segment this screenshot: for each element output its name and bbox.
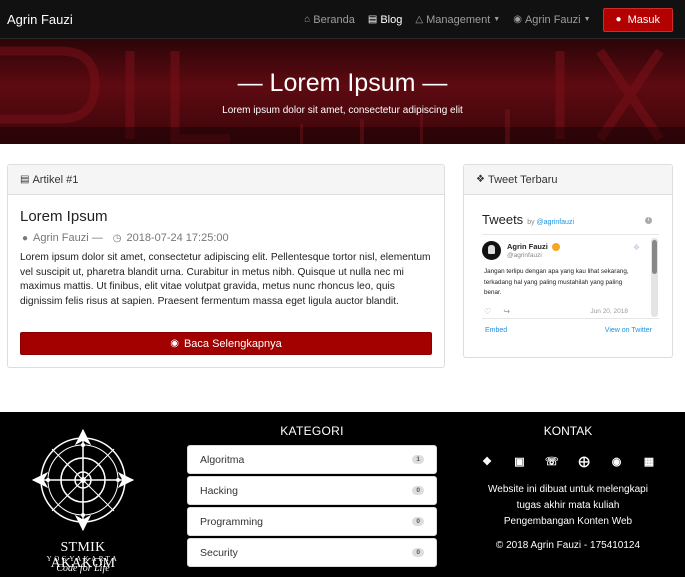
nav-label: Beranda — [313, 13, 355, 26]
logo-tagline: Code for Life — [56, 563, 110, 574]
logo-emblem — [31, 428, 135, 532]
caret-down-icon: ▼ — [493, 16, 501, 23]
nav-item-blog[interactable]: ▤ Blog — [368, 14, 402, 26]
read-more-label: Baca Selengkapnya — [183, 337, 282, 350]
count-badge: 1 — [412, 455, 424, 464]
kategori-item-hacking[interactable]: Hacking 0 — [187, 476, 437, 505]
kategori-item-security[interactable]: Security 0 — [187, 538, 437, 567]
nav-label: Blog — [380, 13, 403, 26]
footer: STMIK AKAKOM YOGYAKARTA Code for Life KA… — [0, 412, 685, 577]
article-author: Agrin Fauzi — — [33, 232, 103, 244]
user-icon: ● — [615, 14, 622, 25]
newspaper-icon: ▤ — [367, 14, 378, 25]
kategori-label: Hacking — [200, 484, 238, 497]
sitemap-icon: △ — [415, 14, 424, 25]
article-panel-heading: ▤ Artikel #1 — [8, 165, 444, 195]
hero-title: — Lorem Ipsum — — [237, 69, 448, 97]
github-icon[interactable]: ◉ — [610, 454, 624, 468]
kategori-label: Programming — [200, 515, 264, 528]
divider — [482, 318, 659, 319]
kontak-description: Website ini dibuat untuk melengkapi tuga… — [470, 482, 666, 530]
count-badge: 0 — [412, 486, 424, 495]
nav-label: Management — [426, 13, 491, 26]
info-icon[interactable]: i — [645, 217, 652, 224]
twitter-icon[interactable]: ❖ — [480, 454, 494, 468]
logo-city: YOGYAKARTA — [46, 555, 120, 563]
kategori-item-programming[interactable]: Programming 0 — [187, 507, 437, 536]
tweet-date[interactable]: Jun 20, 2018 — [590, 308, 628, 315]
article-panel: ▤ Artikel #1 Lorem Ipsum ● Agrin Fauzi —… — [7, 164, 445, 368]
kontak-title: KONTAK — [543, 424, 593, 438]
article-date: 2018-07-24 17:25:00 — [126, 232, 229, 244]
whatsapp-icon[interactable]: ☏ — [545, 454, 559, 468]
divider — [482, 234, 659, 235]
login-button[interactable]: ● Masuk — [602, 7, 673, 32]
user-circle-icon: ◉ — [513, 14, 522, 25]
tweets-widget-header: Tweets by @agrinfauzi — [482, 212, 574, 227]
badge-icon — [551, 243, 560, 252]
copyright: © 2018 Agrin Fauzi - 175410124 — [495, 540, 641, 551]
tweets-handle-link[interactable]: @agrinfauzi — [537, 219, 574, 226]
brand-link[interactable]: Agrin Fauzi — [7, 12, 73, 27]
nav-item-management[interactable]: △ Management ▼ — [415, 14, 500, 26]
share-icon[interactable]: ↪ — [503, 307, 510, 316]
tweet-scrollbar[interactable] — [651, 238, 658, 317]
heart-icon[interactable]: ♡ — [484, 307, 491, 316]
login-label: Masuk — [627, 13, 660, 26]
article-title[interactable]: Lorem Ipsum — [20, 208, 108, 225]
tweet-card[interactable]: Agrin Fauzi @agrinfauzi ❖ Jangan terlipu… — [482, 238, 648, 318]
tweet-heading-label: Tweet Terbaru — [487, 173, 558, 186]
kontak-line: Website ini dibuat untuk melengkapi — [488, 484, 648, 495]
tweet-panel-heading: ❖ Tweet Terbaru — [464, 165, 672, 195]
nav-items: ⌂ Beranda ▤ Blog △ Management ▼ ◉ Agrin … — [291, 0, 673, 39]
hero-banner: — Lorem Ipsum — Lorem ipsum dolor sit am… — [0, 39, 685, 144]
home-icon: ⌂ — [304, 14, 311, 25]
caret-down-icon: ▼ — [583, 16, 591, 23]
nav-item-beranda[interactable]: ⌂ Beranda — [304, 14, 355, 26]
eye-icon: ◉ — [170, 338, 179, 349]
google-plus-icon[interactable]: ⨁ — [577, 454, 591, 468]
kategori-list: Algoritma 1 Hacking 0 Programming 0 Secu… — [187, 445, 437, 569]
stmik-akakom-logo: STMIK AKAKOM YOGYAKARTA Code for Life — [30, 424, 136, 574]
steam-icon[interactable]: ▦ — [642, 454, 656, 468]
clock-icon: ◷ — [112, 232, 122, 244]
tweet-author-name-text: Agrin Fauzi — [507, 242, 548, 251]
kategori-label: Algoritma — [200, 453, 245, 466]
tweets-by: by @agrinfauzi — [527, 219, 574, 226]
nav-item-user[interactable]: ◉ Agrin Fauzi ▼ — [513, 14, 590, 26]
kategori-item-algoritma[interactable]: Algoritma 1 — [187, 445, 437, 474]
embed-link[interactable]: Embed — [485, 327, 507, 334]
tweet-author-handle[interactable]: @agrinfauzi — [507, 252, 542, 259]
count-badge: 0 — [412, 517, 424, 526]
user-icon: ● — [22, 232, 29, 244]
tweets-by-label: by — [527, 219, 535, 226]
view-on-twitter-link[interactable]: View on Twitter — [605, 327, 652, 334]
article-heading-label: Artikel #1 — [32, 173, 79, 186]
kontak-line: Pengembangan Konten Web — [503, 516, 633, 527]
kategori-title: KATEGORI — [280, 424, 344, 438]
social-icons: ❖ ▣ ☏ ⨁ ◉ ▦ — [480, 454, 656, 468]
article-body: Lorem ipsum dolor sit amet, consectetur … — [20, 252, 431, 307]
tweet-text: Jangan terlipu dengan apa yang kau lihat… — [484, 268, 629, 296]
article-meta: ● Agrin Fauzi — ◷ 2018-07-24 17:25:00 — [22, 232, 229, 244]
twitter-bird-icon[interactable]: ❖ — [633, 243, 640, 252]
twitter-icon: ❖ — [476, 174, 485, 185]
tweet-actions: ♡ ↪ — [484, 307, 520, 316]
kontak-line: tugas akhir mata kuliah — [516, 500, 620, 511]
instagram-icon[interactable]: ▣ — [512, 454, 526, 468]
read-more-button[interactable]: ◉ Baca Selengkapnya — [20, 332, 432, 355]
kategori-label: Security — [200, 546, 238, 559]
count-badge: 0 — [412, 548, 424, 557]
tweet-panel: ❖ Tweet Terbaru Tweets by @agrinfauzi i … — [463, 164, 673, 358]
newspaper-icon: ▤ — [20, 174, 30, 185]
hero-subtitle: Lorem ipsum dolor sit amet, consectetur … — [222, 105, 463, 116]
nav-label: Agrin Fauzi — [524, 13, 581, 26]
tweet-author-name[interactable]: Agrin Fauzi — [507, 242, 560, 252]
navbar: Agrin Fauzi ⌂ Beranda ▤ Blog △ Managemen… — [0, 0, 685, 39]
avatar[interactable] — [482, 241, 501, 260]
tweets-title: Tweets — [482, 212, 524, 227]
